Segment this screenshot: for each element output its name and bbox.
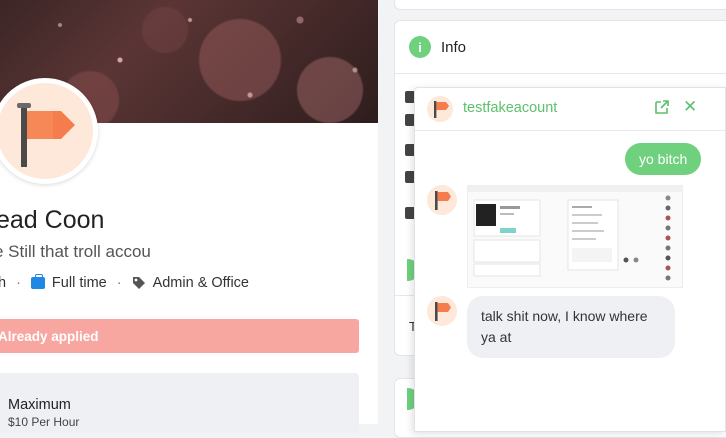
flag-icon	[435, 302, 451, 321]
chat-title[interactable]: testfakeacount	[463, 100, 557, 116]
profile-avatar	[0, 78, 98, 184]
briefcase-icon	[30, 274, 45, 289]
flag-icon	[435, 191, 451, 210]
employment-type: Full time	[51, 275, 107, 291]
already-applied-button[interactable]: Already applied	[0, 319, 359, 353]
external-link-icon[interactable]	[653, 98, 671, 116]
tag-icon	[132, 277, 145, 289]
divider	[395, 73, 726, 74]
message-incoming: talk shit now, I know where ya at	[467, 296, 675, 358]
top-card	[394, 0, 726, 10]
salary-value: $10 Per Hour	[8, 415, 80, 429]
image-attachment[interactable]	[467, 185, 683, 288]
chat-avatar	[427, 96, 453, 122]
chat-window[interactable]: testfakeacount ✕ yo bitch talk shit now,…	[414, 87, 726, 432]
job-category: Admin & Office	[152, 275, 250, 291]
info-title: Info	[441, 38, 467, 56]
flag-icon	[17, 103, 75, 167]
info-icon: i	[409, 36, 431, 58]
chat-header: testfakeacount ✕	[415, 88, 725, 131]
close-icon[interactable]: ✕	[683, 97, 697, 117]
flag-icon	[434, 101, 449, 118]
meta-separator: ·	[16, 275, 21, 291]
info-header: i Info	[409, 36, 466, 58]
sender-avatar	[427, 296, 457, 326]
screenshot-thumbnail	[468, 186, 682, 281]
profile-tagline: e Still that troll accou	[0, 242, 151, 261]
profile-name: ead Coon	[0, 206, 105, 234]
meta-prefix: h	[0, 275, 7, 291]
salary-label: Maximum	[8, 397, 71, 413]
job-profile-panel: ead Coon e Still that troll accou h · Fu…	[0, 0, 378, 433]
message-outgoing: yo bitch	[625, 143, 702, 175]
salary-card: Maximum $10 Per Hour	[0, 373, 359, 433]
meta-separator: ·	[116, 275, 122, 291]
profile-meta: h · Full time · Admin & Office	[0, 274, 250, 291]
sender-avatar	[427, 185, 457, 215]
